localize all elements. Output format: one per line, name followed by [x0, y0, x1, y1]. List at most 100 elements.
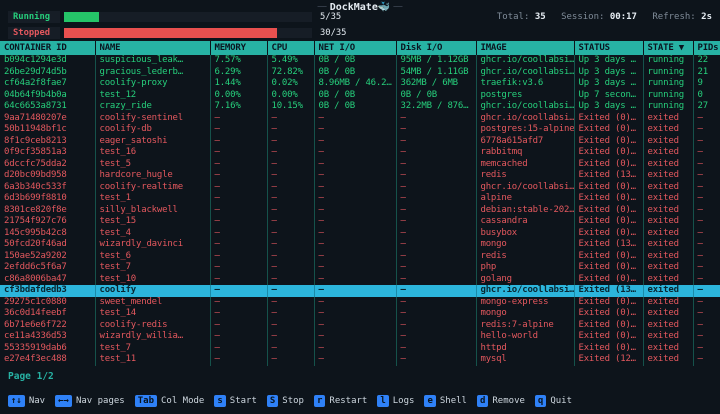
key-remove[interactable]: dRemove — [477, 395, 525, 407]
key-badge: e — [424, 395, 435, 407]
table-row[interactable]: 21754f927c76test_15————cassandraExited (… — [0, 216, 720, 228]
cell-image: golang — [476, 274, 574, 286]
cell-status: Up 3 days … — [574, 78, 643, 90]
cell-image: postgres:15-alpine — [476, 124, 574, 136]
cell-mem: — — [210, 343, 267, 355]
cell-pids: — — [693, 262, 720, 274]
cell-state: running — [643, 101, 693, 113]
cell-disk: — — [396, 354, 476, 366]
table-row[interactable]: 6d3b699f8810test_1————alpineExited (0)…e… — [0, 193, 720, 205]
cell-id: 6d3b699f8810 — [0, 193, 95, 205]
cell-mem: — — [210, 320, 267, 332]
table-row[interactable]: d20bc09bd958hardcore_hugle————redisExite… — [0, 170, 720, 182]
cell-net: — — [314, 285, 396, 297]
cell-image: mongo-express — [476, 297, 574, 309]
column-header-net-io[interactable]: NET I/O — [314, 41, 396, 55]
cell-mem: — — [210, 193, 267, 205]
table-row[interactable]: 145c995b42c8test_4————busyboxExited (0)…… — [0, 228, 720, 240]
table-row[interactable]: 2efdd6c5f6a7test_7————phpExited (0)…exit… — [0, 262, 720, 274]
key-stop[interactable]: SStop — [267, 395, 304, 407]
cell-disk: — — [396, 124, 476, 136]
table-row[interactable]: 8f1c9ceb8213eager_satoshi————6778a615afd… — [0, 136, 720, 148]
table-row[interactable]: 6dccfc75dda2test_5————memcachedExited (0… — [0, 159, 720, 171]
table-row[interactable]: 29275c1c0880sweet_mendel————mongo-expres… — [0, 297, 720, 309]
cell-status: Exited (0)… — [574, 113, 643, 125]
cell-state: exited — [643, 320, 693, 332]
table-row[interactable]: 64c6653a8731crazy_ride7.16%10.15%0B / 0B… — [0, 101, 720, 113]
cell-name: test_1 — [95, 193, 210, 205]
table-row[interactable]: cf3bdafdedb3coolify————ghcr.io/coollabsi… — [0, 285, 720, 297]
cell-pids: — — [693, 320, 720, 332]
cell-pids: — — [693, 285, 720, 297]
column-header-status[interactable]: STATUS — [574, 41, 643, 55]
cell-image: debian:stable-202… — [476, 205, 574, 217]
table-row[interactable]: e27e4f3ec488test_11————mysqlExited (12…e… — [0, 354, 720, 366]
cell-status: Exited (0)… — [574, 274, 643, 286]
cell-name: test_14 — [95, 308, 210, 320]
key-nav-pages[interactable]: ←→Nav pages — [55, 395, 125, 407]
table-row[interactable]: 50b11948bf1ccoolify-db————postgres:15-al… — [0, 124, 720, 136]
cell-mem: — — [210, 285, 267, 297]
key-quit[interactable]: qQuit — [535, 395, 572, 407]
cell-pids: — — [693, 170, 720, 182]
cell-net: — — [314, 170, 396, 182]
cell-cpu: — — [267, 285, 314, 297]
table-row[interactable]: 9aa71480207ecoolify-sentinel————ghcr.io/… — [0, 113, 720, 125]
table-row[interactable]: 6a3b340c533fcoolify-realtime————ghcr.io/… — [0, 182, 720, 194]
key-restart[interactable]: rRestart — [314, 395, 367, 407]
cell-net: 0B / 0B — [314, 67, 396, 79]
cell-name: sweet_mendel — [95, 297, 210, 309]
cell-state: exited — [643, 274, 693, 286]
column-header-pids[interactable]: PIDs — [693, 41, 720, 55]
cell-pids: — — [693, 354, 720, 366]
cell-net: — — [314, 320, 396, 332]
cell-cpu: — — [267, 159, 314, 171]
column-header-name[interactable]: NAME — [95, 41, 210, 55]
key-label: Logs — [393, 396, 415, 406]
key-badge: s — [214, 395, 225, 407]
cell-mem: — — [210, 205, 267, 217]
key-col-mode[interactable]: TabCol Mode — [135, 395, 205, 407]
table-row[interactable]: 26be29d74d5bgracious_lederb…6.29%72.82%0… — [0, 67, 720, 79]
cell-status: Exited (0)… — [574, 159, 643, 171]
key-shell[interactable]: eShell — [424, 395, 467, 407]
key-start[interactable]: sStart — [214, 395, 257, 407]
cell-net: — — [314, 216, 396, 228]
cell-net: 0B / 0B — [314, 55, 396, 67]
table-row[interactable]: 0f9cf35851a3test_16————rabbitmqExited (0… — [0, 147, 720, 159]
key-badge: r — [314, 395, 325, 407]
column-header-state[interactable]: STATE ▼ — [643, 41, 693, 55]
table-row[interactable]: 04b64f9b4b0atest_120.00%0.00%0B / 0B0B /… — [0, 90, 720, 102]
cell-image: ghcr.io/coollabsi… — [476, 101, 574, 113]
cell-name: hardcore_hugle — [95, 170, 210, 182]
table-row[interactable]: c86a8006ba47test_10————golangExited (0)…… — [0, 274, 720, 286]
cell-image: ghcr.io/coollabsi… — [476, 182, 574, 194]
cell-disk: 54MB / 1.11GB — [396, 67, 476, 79]
cell-status: Exited (0)… — [574, 193, 643, 205]
key-label: Quit — [550, 396, 572, 406]
table-row[interactable]: 55335919dab6test_7————httpdExited (0)…ex… — [0, 343, 720, 355]
table-row[interactable]: 8301ce820f8esilly_blackwell————debian:st… — [0, 205, 720, 217]
cell-cpu: — — [267, 170, 314, 182]
table-row[interactable]: 36c0d14feebftest_14————mongoExited (0)…e… — [0, 308, 720, 320]
table-row[interactable]: 50fcd20f46adwizardly_davinci————mongoExi… — [0, 239, 720, 251]
cell-pids: 9 — [693, 78, 720, 90]
table-row[interactable]: cf64a2f8fae7coolify-proxy1.44%0.02%8.96M… — [0, 78, 720, 90]
column-header-image[interactable]: IMAGE — [476, 41, 574, 55]
cell-cpu: — — [267, 228, 314, 240]
cell-net: — — [314, 228, 396, 240]
column-header-container-id[interactable]: CONTAINER ID — [0, 41, 95, 55]
column-header-cpu[interactable]: CPU — [267, 41, 314, 55]
column-header-memory[interactable]: MEMORY — [210, 41, 267, 55]
table-row[interactable]: b094c1294e3dsuspicious_leak…7.57%5.49%0B… — [0, 55, 720, 67]
key-logs[interactable]: lLogs — [377, 395, 414, 407]
total-value: 35 — [535, 12, 546, 22]
key-badge: d — [477, 395, 488, 407]
table-row[interactable]: ce11a4336d53wizardly_willia…————hello-wo… — [0, 331, 720, 343]
cell-status: Exited (0)… — [574, 216, 643, 228]
table-row[interactable]: 6b71e6e6f722coolify-redis————redis:7-alp… — [0, 320, 720, 332]
key-nav[interactable]: ↑↓Nav — [8, 395, 45, 407]
column-header-disk-io[interactable]: Disk I/O — [396, 41, 476, 55]
table-row[interactable]: 150ae52a9202test_6————redisExited (0)…ex… — [0, 251, 720, 263]
cell-mem: — — [210, 113, 267, 125]
